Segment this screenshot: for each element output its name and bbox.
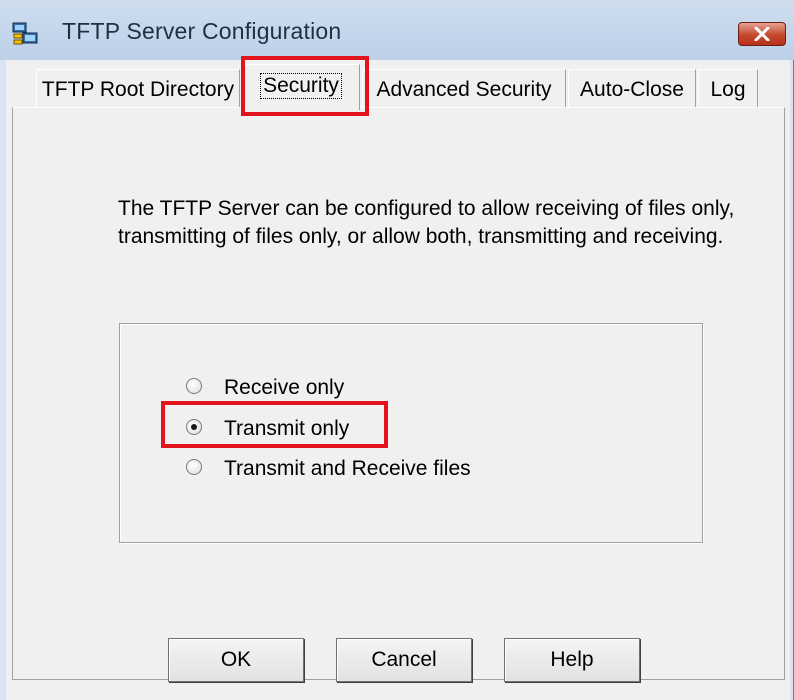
dialog-window: TFTP Server Configuration TFTP Root Dire…	[0, 0, 794, 700]
cancel-button[interactable]: Cancel	[336, 638, 472, 682]
help-button[interactable]: Help	[504, 638, 640, 682]
security-tab-highlight	[241, 56, 369, 116]
security-description: The TFTP Server can be configured to all…	[118, 197, 735, 248]
tab-label: TFTP Root Directory	[41, 78, 235, 101]
close-x-icon	[754, 27, 770, 41]
radio-transmit-and-receive[interactable]: Transmit and Receive files	[186, 454, 506, 484]
title-bar[interactable]: TFTP Server Configuration	[0, 0, 794, 60]
radio-label: Transmit and Receive files	[224, 457, 471, 480]
ok-button[interactable]: OK	[168, 638, 304, 682]
window-title: TFTP Server Configuration	[62, 18, 342, 44]
close-button[interactable]	[738, 22, 786, 46]
tab-label: Log	[710, 78, 746, 101]
tab-label: Advanced Security	[376, 78, 552, 101]
tab-log[interactable]: Log	[698, 69, 758, 109]
tab-tftp-root-directory[interactable]: TFTP Root Directory	[36, 69, 240, 109]
radio-label: Receive only	[224, 376, 345, 399]
tab-advanced-security[interactable]: Advanced Security	[362, 69, 566, 109]
radio-circle[interactable]	[186, 459, 202, 475]
tab-auto-close[interactable]: Auto-Close	[568, 69, 696, 109]
network-computers-icon	[12, 22, 38, 46]
radio-receive-only[interactable]: Receive only	[186, 373, 406, 403]
dialog-client-area: TFTP Root Directory Security Advanced Se…	[6, 56, 790, 700]
radio-circle[interactable]	[186, 378, 202, 394]
transmit-only-highlight	[161, 401, 388, 448]
tab-label: Auto-Close	[580, 78, 684, 101]
